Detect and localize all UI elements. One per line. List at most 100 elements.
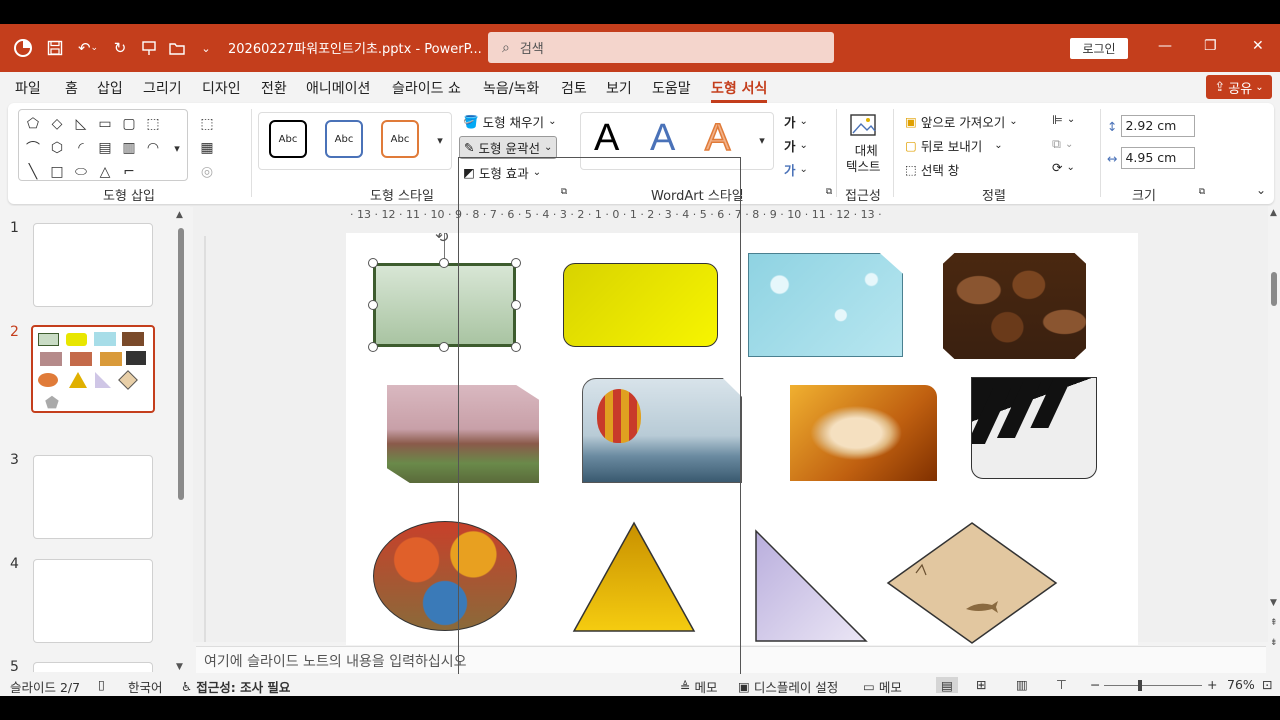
- curved-shape-icon[interactable]: ⌒: [24, 139, 42, 157]
- resize-handle[interactable]: [511, 342, 521, 352]
- tab-slideshow[interactable]: 슬라이드 쇼: [392, 78, 461, 98]
- tab-record[interactable]: 녹음/녹화: [483, 78, 539, 98]
- restore-button[interactable]: ❐: [1204, 38, 1217, 54]
- comments-button[interactable]: ▭ 메모: [863, 677, 902, 696]
- send-backward-button[interactable]: ▢ 뒤로 보내기 ⌄: [905, 136, 1003, 155]
- width-value[interactable]: 4.95 cm: [1121, 147, 1196, 169]
- slideshow-icon[interactable]: ⊤: [1056, 677, 1067, 692]
- selection-pane-button[interactable]: ⬚ 선택 창: [905, 160, 959, 179]
- tab-design[interactable]: 디자인: [202, 78, 241, 98]
- tab-shape-format[interactable]: 도형 서식: [711, 78, 768, 103]
- tab-animations[interactable]: 애니메이션: [306, 78, 370, 98]
- redo-icon[interactable]: ↻: [108, 36, 132, 60]
- undo-icon[interactable]: ↶ ⌄: [72, 36, 104, 60]
- tab-transitions[interactable]: 전환: [261, 78, 287, 98]
- picture-water-drops[interactable]: [748, 253, 903, 357]
- width-field[interactable]: ↔ 4.95 cm: [1107, 147, 1196, 169]
- picture-fish-fossil-diamond[interactable]: [886, 521, 1058, 645]
- text-effects-button[interactable]: 가 ⌄: [784, 160, 808, 179]
- accessibility-status[interactable]: ♿ 접근성: 조사 필요: [181, 677, 290, 696]
- wordart-black[interactable]: A: [594, 117, 619, 160]
- height-field[interactable]: ↕ 2.92 cm: [1107, 115, 1196, 137]
- slide-sorter-icon[interactable]: ⊞: [976, 677, 986, 692]
- styles-more-icon[interactable]: ▾: [431, 131, 449, 149]
- text-outline-button[interactable]: 가 ⌄: [784, 136, 808, 155]
- picture-coffee-beans[interactable]: [943, 253, 1086, 359]
- thumbnail-scrollbar[interactable]: ▲ ▼: [176, 210, 186, 672]
- open-folder-icon[interactable]: [166, 36, 188, 60]
- edit-shape-icon[interactable]: ⬚: [198, 115, 216, 133]
- shape-style-orange[interactable]: Abc: [381, 120, 419, 158]
- resize-handle[interactable]: [511, 300, 521, 310]
- wordart-orange[interactable]: A: [704, 116, 731, 160]
- tab-review[interactable]: 검토: [561, 78, 587, 98]
- right-triangle-icon[interactable]: ◺: [72, 115, 90, 133]
- text-box-icon[interactable]: ▤: [96, 139, 114, 157]
- tab-file[interactable]: 파일: [15, 78, 41, 98]
- triangle-icon[interactable]: △: [96, 163, 114, 181]
- slide-thumbnail-1[interactable]: [33, 223, 153, 307]
- login-button[interactable]: 로그인: [1070, 38, 1128, 59]
- wordart-blue[interactable]: A: [650, 117, 675, 160]
- zoom-level[interactable]: 76%: [1227, 677, 1255, 692]
- rounded-rectangle-icon[interactable]: ▢: [120, 115, 138, 133]
- close-button[interactable]: ✕: [1252, 38, 1264, 54]
- customize-toolbar-icon[interactable]: ⌄: [198, 36, 214, 60]
- zoom-slider[interactable]: [1104, 680, 1202, 691]
- freeform-icon[interactable]: ⬡: [48, 139, 66, 157]
- picture-puppy[interactable]: [790, 385, 937, 481]
- display-settings-button[interactable]: ▣ 디스플레이 설정: [738, 677, 838, 696]
- reading-view-icon[interactable]: ▥: [1016, 677, 1028, 692]
- slide-thumbnail-5[interactable]: [33, 662, 153, 672]
- shape-lavender-right-triangle[interactable]: [754, 529, 869, 643]
- shape-styles-launcher-icon[interactable]: ⧉: [555, 183, 573, 201]
- line-icon[interactable]: ╲: [24, 163, 42, 181]
- wordart-more-icon[interactable]: ▾: [753, 131, 771, 149]
- resize-handle[interactable]: [368, 258, 378, 268]
- text-box-insert-icon[interactable]: ▦: [198, 139, 216, 157]
- shape-fill-button[interactable]: 🪣 도형 채우기 ⌄: [463, 112, 556, 131]
- search-box[interactable]: ⌕ 검색: [488, 32, 834, 63]
- shape-yellow-rounded-rectangle[interactable]: [563, 263, 718, 347]
- vertical-text-box-icon[interactable]: ▥: [120, 139, 138, 157]
- rectangle-icon[interactable]: ▭: [96, 115, 114, 133]
- spellcheck-icon[interactable]: ▯: [98, 677, 105, 692]
- rotation-handle-icon[interactable]: ⟲: [435, 233, 448, 246]
- normal-view-icon[interactable]: ▤: [936, 677, 958, 693]
- shape-gold-triangle[interactable]: [572, 521, 696, 633]
- shape-effects-button[interactable]: ◩ 도형 효과 ⌄: [463, 163, 541, 182]
- alt-text-button[interactable]: 대체 텍스트: [846, 143, 881, 175]
- diamond-icon[interactable]: ◇: [48, 115, 66, 133]
- tab-insert[interactable]: 삽입: [97, 78, 123, 98]
- shape-style-blue[interactable]: Abc: [325, 120, 363, 158]
- tab-view[interactable]: 보기: [606, 78, 632, 98]
- fit-slide-icon[interactable]: ⊡: [1262, 677, 1272, 692]
- text-fill-button[interactable]: 가 ⌄: [784, 112, 808, 131]
- slide-thumbnail-3[interactable]: [33, 455, 153, 539]
- slide-scrollbar[interactable]: ▲ ▼ ⇞ ⇟: [1268, 206, 1280, 672]
- resize-handle[interactable]: [439, 258, 449, 268]
- alt-text-icon[interactable]: [849, 113, 879, 139]
- square-icon[interactable]: □: [48, 163, 66, 181]
- resize-handle[interactable]: [439, 342, 449, 352]
- size-launcher-icon[interactable]: ⧉: [1193, 183, 1211, 201]
- pentagon-icon[interactable]: ⬠: [24, 115, 42, 133]
- minimize-button[interactable]: —: [1158, 38, 1172, 54]
- arc-icon[interactable]: ◜: [72, 139, 90, 157]
- shape-outline-button[interactable]: ✎ 도형 윤곽선 ⌄: [459, 136, 558, 159]
- oval-icon[interactable]: ⬭: [72, 163, 90, 181]
- share-button[interactable]: ⇪ 공유 ⌄: [1206, 75, 1272, 99]
- resize-handle[interactable]: [511, 258, 521, 268]
- align-button[interactable]: ⊫ ⌄: [1052, 112, 1075, 127]
- presentation-icon[interactable]: [138, 36, 160, 60]
- zoom-in-icon[interactable]: +: [1207, 677, 1217, 692]
- collapse-ribbon-icon[interactable]: ⌄: [1252, 181, 1270, 199]
- tab-home[interactable]: 홈: [65, 78, 78, 98]
- picture-cherry-blossom[interactable]: [387, 385, 539, 483]
- gallery-more-icon[interactable]: ▾: [168, 139, 186, 157]
- picture-hot-air-balloon[interactable]: [582, 378, 742, 483]
- picture-piano-keys[interactable]: [971, 377, 1097, 479]
- tab-help[interactable]: 도움말: [652, 78, 691, 98]
- notes-toggle[interactable]: ≜ 메모: [680, 677, 718, 696]
- shape-green-rectangle[interactable]: [373, 263, 516, 347]
